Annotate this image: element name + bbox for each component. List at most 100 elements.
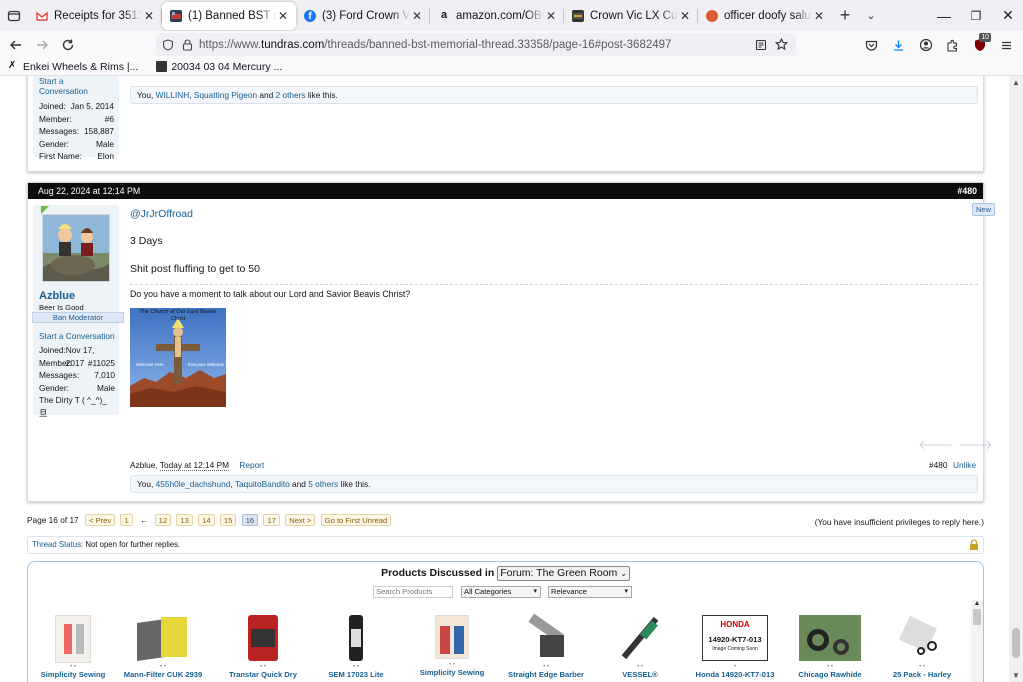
product-card[interactable]: • • Simplicity Sewing (37, 615, 109, 679)
product-search-input[interactable]: Search Products (373, 586, 453, 598)
report-link[interactable]: Report (239, 460, 264, 470)
ublock-icon[interactable]: 10 (967, 33, 992, 57)
post-number-link[interactable]: #480 (957, 183, 977, 199)
reload-icon[interactable] (56, 33, 80, 57)
page-button-1[interactable]: 1 (120, 514, 133, 526)
close-tab-icon[interactable]: ✕ (812, 9, 826, 23)
first-unread-button[interactable]: Go to First Unread (320, 514, 392, 526)
current-page-button[interactable]: 16 (241, 514, 259, 526)
like-others-link[interactable]: 2 others (276, 90, 306, 100)
footer-author-link[interactable]: Azblue (130, 460, 155, 470)
like-others-link[interactable]: 5 others (308, 479, 338, 489)
lock-icon[interactable] (182, 38, 193, 51)
forum-select[interactable]: Forum: The Green Room ⌄ (497, 566, 630, 581)
tab-duckduckgo[interactable]: officer doofy salute gif at D ✕ (698, 2, 832, 30)
share-prev-arrow-icon[interactable]: 🡐 (918, 437, 953, 453)
close-tab-icon[interactable]: ✕ (544, 9, 558, 23)
signature-image[interactable]: The Church of Our Lord Beavis Christ Wel… (130, 308, 226, 407)
product-card[interactable]: • • Straight Edge Barber (500, 613, 592, 679)
page-scroll-thumb[interactable] (1012, 628, 1020, 658)
product-card[interactable]: • • Transtar Quick Dry (219, 615, 307, 679)
list-all-tabs-icon[interactable]: ⌄ (858, 9, 884, 22)
app-menu-icon[interactable] (994, 33, 1019, 57)
product-name[interactable]: VESSEL® (600, 670, 680, 679)
product-name[interactable]: Chicago Rawhide (789, 670, 871, 679)
tab-facebook[interactable]: f (3) Ford Crown Victoria | Fa ✕ (296, 2, 430, 30)
product-name[interactable]: Mann-Filter CUK 2939 (119, 670, 207, 679)
page-button[interactable]: 15 (219, 514, 237, 526)
avatar[interactable] (42, 214, 110, 282)
back-arrow-icon[interactable] (4, 33, 28, 57)
url-text[interactable]: https://www.tundras.com/threads/banned-b… (199, 39, 755, 51)
like-user-link[interactable]: 455h0le_dachshund (156, 479, 231, 489)
product-name[interactable]: Simplicity Sewing (412, 668, 492, 677)
tab-crown-vic-forum[interactable]: Crown Vic LX Cubby for sal ✕ (564, 2, 698, 30)
forum-favicon-icon (572, 9, 584, 22)
account-icon[interactable] (913, 33, 938, 57)
page-scrollbar[interactable]: ▲ ▼ (1009, 76, 1023, 682)
product-card[interactable]: HONDA 14920-KT7-013 Image Coming Soon • … (688, 615, 782, 679)
close-window-icon[interactable]: ✕ (988, 0, 1023, 31)
address-bar[interactable]: https://www.tundras.com/threads/banned-b… (156, 33, 796, 56)
product-card[interactable]: • • SEM 17023 Lite (316, 615, 396, 679)
start-conversation-link[interactable]: Start a Conversation (39, 76, 114, 96)
signature-divider (130, 284, 978, 285)
product-name[interactable]: Straight Edge Barber (500, 670, 592, 679)
bookmark-mercury[interactable]: 20034 03 04 Mercury ... (156, 61, 282, 73)
products-scroll-thumb[interactable] (973, 609, 981, 625)
user-stat: First Name: Elon (39, 151, 114, 161)
downloads-icon[interactable] (886, 33, 911, 57)
tab-tundras[interactable]: (1) Banned BST memorial t ✕ (162, 1, 296, 30)
bookmark-enkei[interactable]: ✗ Enkei Wheels & Rims |... (8, 61, 138, 73)
products-scrollbar[interactable]: ▲ (971, 600, 983, 682)
close-tab-icon[interactable]: ✕ (410, 9, 424, 23)
close-tab-icon[interactable]: ✕ (142, 9, 156, 23)
user-custom-field: The Dirty T ( ^_^)_旦 (39, 395, 107, 418)
tab-gmail[interactable]: Receipts for 35135, 35136 ✕ (28, 2, 162, 30)
chevron-down-icon: ▾ (624, 588, 628, 595)
footer-post-number[interactable]: #480 (929, 460, 947, 470)
product-name[interactable]: Simplicity Sewing (37, 670, 109, 679)
mention-link[interactable]: @JrJrOffroad (130, 208, 193, 220)
product-name[interactable]: Honda 14920-KT7-013 (688, 670, 782, 679)
sort-select[interactable]: Relevance ▾ (548, 586, 632, 598)
close-tab-icon[interactable]: ✕ (276, 9, 290, 23)
product-card[interactable]: • • Chicago Rawhide (789, 615, 871, 679)
pocket-icon[interactable] (859, 33, 884, 57)
firefox-view-icon[interactable] (0, 2, 28, 30)
product-name[interactable]: Transtar Quick Dry (219, 670, 307, 679)
product-card[interactable]: • • 25 Pack - Harley (884, 615, 960, 679)
prev-page-button[interactable]: < Prev (84, 514, 116, 526)
share-next-arrow-icon[interactable]: 🡒 (958, 437, 993, 453)
category-select[interactable]: All Categories ▾ (461, 586, 541, 598)
like-user-link[interactable]: TaquitoBandito (235, 479, 290, 489)
page-button[interactable]: 12 (154, 514, 172, 526)
duckduckgo-icon (706, 9, 718, 22)
username-link[interactable]: Azblue (39, 290, 75, 302)
close-tab-icon[interactable]: ✕ (678, 9, 692, 23)
like-user-link[interactable]: Squatting Pigeon (194, 90, 257, 100)
extensions-puzzle-icon[interactable] (940, 33, 965, 57)
shield-icon[interactable] (162, 38, 174, 51)
product-name[interactable]: SEM 17023 Lite (316, 670, 396, 679)
start-conversation-link[interactable]: Start a Conversation (39, 331, 115, 341)
bookmark-star-icon[interactable] (775, 38, 788, 51)
product-card[interactable]: • • VESSEL® (600, 615, 680, 679)
tab-amazon[interactable]: a amazon.com/OBUYTO-Cor ✕ (430, 2, 564, 30)
like-user-link[interactable]: WILLINH (156, 90, 190, 100)
page-button[interactable]: 17 (263, 514, 280, 526)
page-button[interactable]: 14 (198, 514, 215, 526)
unlike-link[interactable]: Unlike (953, 460, 976, 470)
page-jump-icon[interactable]: ← (140, 515, 148, 525)
scroll-down-arrow-icon[interactable]: ▼ (1012, 671, 1020, 680)
forward-arrow-icon[interactable] (30, 33, 54, 57)
product-card[interactable]: • • Simplicity Sewing (412, 615, 492, 677)
product-name[interactable]: 25 Pack - Harley (884, 670, 960, 679)
reader-view-icon[interactable] (755, 39, 767, 51)
scroll-up-arrow-icon[interactable]: ▲ (1012, 78, 1020, 87)
product-card[interactable]: • • Mann-Filter CUK 2939 (119, 615, 207, 679)
scroll-up-arrow-icon[interactable]: ▲ (971, 600, 983, 607)
new-tab-button[interactable]: + (832, 5, 858, 26)
next-page-button[interactable]: Next > (285, 514, 316, 526)
page-button[interactable]: 13 (176, 514, 193, 526)
